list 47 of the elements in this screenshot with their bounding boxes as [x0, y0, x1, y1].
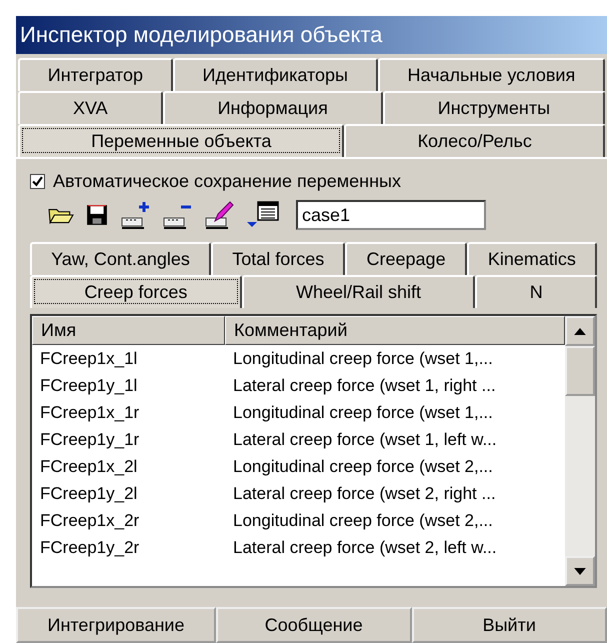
tab[interactable]: Creepage	[345, 242, 467, 275]
case-name-field[interactable]: case1	[296, 200, 486, 230]
pencil-row-icon[interactable]	[204, 200, 234, 230]
action-button[interactable]: Выйти	[412, 607, 607, 643]
tab[interactable]: Creep forces	[30, 275, 242, 308]
table-cell-text: Longitudinal creep force (wset 1,...	[232, 402, 494, 422]
column-header[interactable]: Имя	[32, 316, 225, 345]
table-cell-text: FCreep1y_1r	[39, 430, 140, 450]
add-row-icon[interactable]	[120, 200, 150, 230]
tab[interactable]: Инструменты	[382, 91, 606, 124]
tab[interactable]: Идентификаторы	[172, 58, 378, 91]
table-cell-text: Lateral creep force (wset 1, left w...	[232, 430, 498, 450]
tab[interactable]: Начальные условия	[378, 58, 605, 91]
table-cell-text: Lateral creep force (wset 1, right ...	[232, 376, 497, 396]
column-header[interactable]: Комментарий	[225, 316, 565, 345]
list-dropdown-icon[interactable]	[246, 200, 280, 230]
tab[interactable]: Kinematics	[466, 242, 598, 275]
table-cell-text: Longitudinal creep force (wset 2,...	[232, 456, 494, 476]
window-title: Инспектор моделирования объекта	[16, 16, 607, 54]
action-button[interactable]: Сообщение	[216, 607, 412, 643]
scrollbar[interactable]	[565, 316, 595, 586]
table-cell-text: FCreep1x_1r	[39, 402, 140, 422]
table-cell-text: FCreep1x_2l	[39, 456, 138, 476]
table-cell-text: Longitudinal creep force (wset 2,...	[232, 510, 494, 530]
scroll-down-icon[interactable]	[574, 568, 586, 574]
checkbox-label: Автоматическое сохранение переменных	[53, 171, 401, 192]
tab[interactable]: Yaw, Cont.angles	[30, 242, 212, 275]
action-button[interactable]: Интегрирование	[16, 607, 216, 643]
table-cell-text: Lateral creep force (wset 2, right ...	[232, 484, 497, 504]
table-cell-text: FCreep1y_2r	[39, 538, 140, 558]
table-cell-text: Longitudinal creep force (wset 1,...	[232, 348, 494, 368]
tab[interactable]: Переменные объекта	[18, 124, 344, 157]
tab[interactable]: Интегратор	[18, 58, 173, 91]
tab[interactable]: Total forces	[211, 242, 346, 275]
table-cell-text: FCreep1x_1l	[39, 348, 138, 368]
table-cell-text: FCreep1y_2l	[39, 484, 138, 504]
tab[interactable]: XVA	[18, 91, 163, 124]
table-cell-text: Lateral creep force (wset 2, left w...	[232, 538, 498, 558]
tab[interactable]: Информация	[162, 91, 383, 124]
scroll-thumb[interactable]	[565, 346, 595, 396]
table-cell-text: FCreep1y_1l	[39, 376, 138, 396]
tab[interactable]: Wheel/Rail shift	[242, 275, 476, 308]
scroll-up-icon[interactable]	[574, 328, 586, 334]
tab[interactable]: Колесо/Рельс	[344, 124, 605, 157]
tab[interactable]: N	[475, 275, 598, 308]
table-cell-text: FCreep1x_2r	[39, 510, 140, 530]
checkbox[interactable]	[30, 174, 45, 189]
